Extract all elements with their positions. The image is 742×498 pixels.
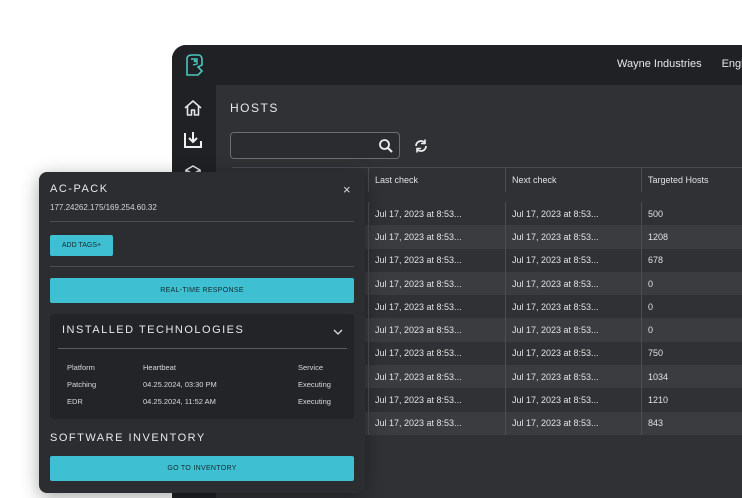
section-title: INSTALLED TECHNOLOGIES	[62, 324, 245, 336]
tech-time: 04.25.2024, 03:30 PM	[143, 380, 217, 389]
targeted-hosts-cell: 0	[641, 271, 742, 296]
last-check-cell: Jul 17, 2023 at 8:53...	[368, 295, 505, 319]
page-title: HOSTS	[230, 101, 279, 115]
column-header-next-check[interactable]: Next check	[505, 168, 641, 192]
next-check-cell: Jul 17, 2023 at 8:53...	[505, 295, 641, 319]
next-check-cell: Jul 17, 2023 at 8:53...	[505, 225, 641, 249]
chevron-down-icon[interactable]	[333, 328, 343, 336]
targeted-hosts-cell: 0	[641, 295, 742, 319]
top-bar: Wayne Industries Engli	[172, 45, 742, 85]
targeted-hosts-cell: 0	[641, 318, 742, 342]
next-check-cell: Jul 17, 2023 at 8:53...	[505, 318, 641, 342]
targeted-hosts-cell: 678	[641, 248, 742, 272]
stage: Wayne Industries Engli HOSTS	[0, 0, 742, 498]
last-check-cell: Jul 17, 2023 at 8:53...	[368, 202, 505, 226]
divider	[50, 266, 354, 267]
close-icon[interactable]: ×	[343, 182, 351, 197]
home-icon[interactable]	[182, 97, 204, 119]
last-check-cell: Jul 17, 2023 at 8:53...	[368, 341, 505, 366]
ip-address: 177.24262.175/169.254.60.32	[50, 203, 157, 212]
divider	[58, 348, 347, 349]
targeted-hosts-cell: 500	[641, 202, 742, 226]
tech-time: 04.25.2024, 11:52 AM	[143, 397, 216, 406]
software-inventory-title: SOFTWARE INVENTORY	[50, 432, 206, 444]
divider	[50, 221, 354, 222]
tech-label: Patching	[67, 380, 97, 389]
column-header-last-check[interactable]: Last check	[368, 168, 505, 192]
host-detail-panel: AC-PACK × 177.24262.175/169.254.60.32 AD…	[39, 172, 365, 493]
next-check-cell: Jul 17, 2023 at 8:53...	[505, 202, 641, 226]
last-check-cell: Jul 17, 2023 at 8:53...	[368, 225, 505, 249]
tech-row: Patching 04.25.2024, 03:30 PM Executing	[50, 380, 354, 394]
tech-status: Service	[298, 363, 324, 372]
next-check-cell: Jul 17, 2023 at 8:53...	[505, 388, 641, 412]
next-check-cell: Jul 17, 2023 at 8:53...	[505, 271, 641, 296]
next-check-cell: Jul 17, 2023 at 8:53...	[505, 411, 641, 435]
language-selector[interactable]: Engli	[722, 58, 742, 70]
targeted-hosts-cell: 1034	[641, 365, 742, 389]
last-check-cell: Jul 17, 2023 at 8:53...	[368, 411, 505, 435]
next-check-cell: Jul 17, 2023 at 8:53...	[505, 248, 641, 272]
column-header-targeted-hosts[interactable]: Targeted Hosts	[641, 168, 742, 192]
search-input[interactable]	[230, 132, 400, 159]
last-check-cell: Jul 17, 2023 at 8:53...	[368, 271, 505, 296]
last-check-cell: Jul 17, 2023 at 8:53...	[368, 388, 505, 412]
targeted-hosts-cell: 843	[641, 411, 742, 435]
panel-title: AC-PACK	[50, 183, 109, 195]
last-check-cell: Jul 17, 2023 at 8:53...	[368, 248, 505, 272]
tech-status: Executing	[298, 380, 331, 389]
tech-row: EDR 04.25.2024, 11:52 AM Executing	[50, 397, 354, 411]
real-time-response-button[interactable]: REAL-TIME RESPONSE	[50, 278, 354, 303]
next-check-cell: Jul 17, 2023 at 8:53...	[505, 365, 641, 389]
targeted-hosts-cell: 1210	[641, 388, 742, 412]
search-icon[interactable]	[378, 138, 394, 154]
tech-time: Heartbeat	[143, 363, 176, 372]
top-right-nav: Wayne Industries Engli	[617, 58, 742, 70]
tech-row: Platform Heartbeat Service	[50, 363, 354, 377]
targeted-hosts-cell: 750	[641, 341, 742, 366]
download-icon[interactable]	[182, 129, 204, 151]
add-tags-button[interactable]: ADD TAGS+	[50, 235, 113, 256]
tech-label: EDR	[67, 397, 83, 406]
go-to-inventory-button[interactable]: GO TO INVENTORY	[50, 456, 354, 481]
refresh-icon[interactable]	[412, 137, 430, 155]
org-name[interactable]: Wayne Industries	[617, 58, 702, 70]
tech-label: Platform	[67, 363, 95, 372]
last-check-cell: Jul 17, 2023 at 8:53...	[368, 318, 505, 342]
targeted-hosts-cell: 1208	[641, 225, 742, 249]
installed-technologies-section: INSTALLED TECHNOLOGIES Platform Heartbea…	[50, 314, 354, 419]
last-check-cell: Jul 17, 2023 at 8:53...	[368, 365, 505, 389]
next-check-cell: Jul 17, 2023 at 8:53...	[505, 341, 641, 366]
tech-status: Executing	[298, 397, 331, 406]
logo-icon	[186, 54, 204, 76]
